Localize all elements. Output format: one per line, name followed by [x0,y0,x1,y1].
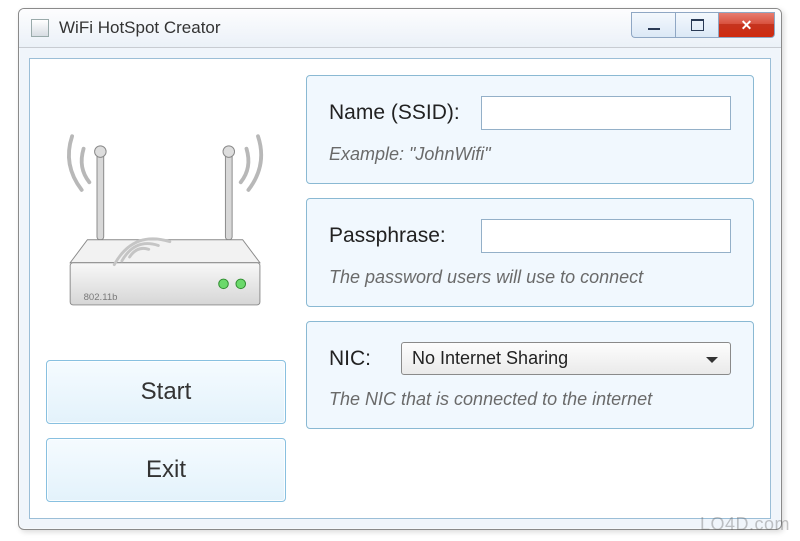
close-button[interactable] [719,12,775,38]
ssid-label: Name (SSID): [329,101,467,125]
start-button-label: Start [141,378,192,406]
nic-group: NIC: No Internet Sharing The NIC that is… [306,321,754,429]
router-label-text: 802.11b [84,292,118,303]
client-area: 802.11b Start Exit Name (SSID): Example:… [29,58,771,519]
passphrase-group: Passphrase: The password users will use … [306,198,754,307]
maximize-button[interactable] [675,12,719,38]
window-title: WiFi HotSpot Creator [59,18,221,38]
router-icon: 802.11b [51,96,281,326]
left-column: 802.11b Start Exit [46,75,286,502]
passphrase-hint: The password users will use to connect [329,267,731,288]
passphrase-label: Passphrase: [329,224,467,248]
start-button[interactable]: Start [46,360,286,424]
ssid-input[interactable] [481,96,731,130]
nic-selected-value: No Internet Sharing [412,348,568,369]
ssid-hint: Example: "JohnWifi" [329,144,731,165]
nic-label: NIC: [329,347,387,371]
exit-button-label: Exit [146,456,186,484]
minimize-button[interactable] [631,12,675,38]
passphrase-input[interactable] [481,219,731,253]
app-icon [31,19,49,37]
nic-select[interactable]: No Internet Sharing [401,342,731,375]
exit-button[interactable]: Exit [46,438,286,502]
titlebar[interactable]: WiFi HotSpot Creator [19,9,781,48]
router-image: 802.11b [46,75,286,346]
app-window: WiFi HotSpot Creator [18,8,782,530]
right-column: Name (SSID): Example: "JohnWifi" Passphr… [306,75,754,502]
nic-hint: The NIC that is connected to the interne… [329,389,731,410]
window-controls [631,12,775,38]
watermark: LO4D.com [700,514,790,535]
ssid-group: Name (SSID): Example: "JohnWifi" [306,75,754,184]
